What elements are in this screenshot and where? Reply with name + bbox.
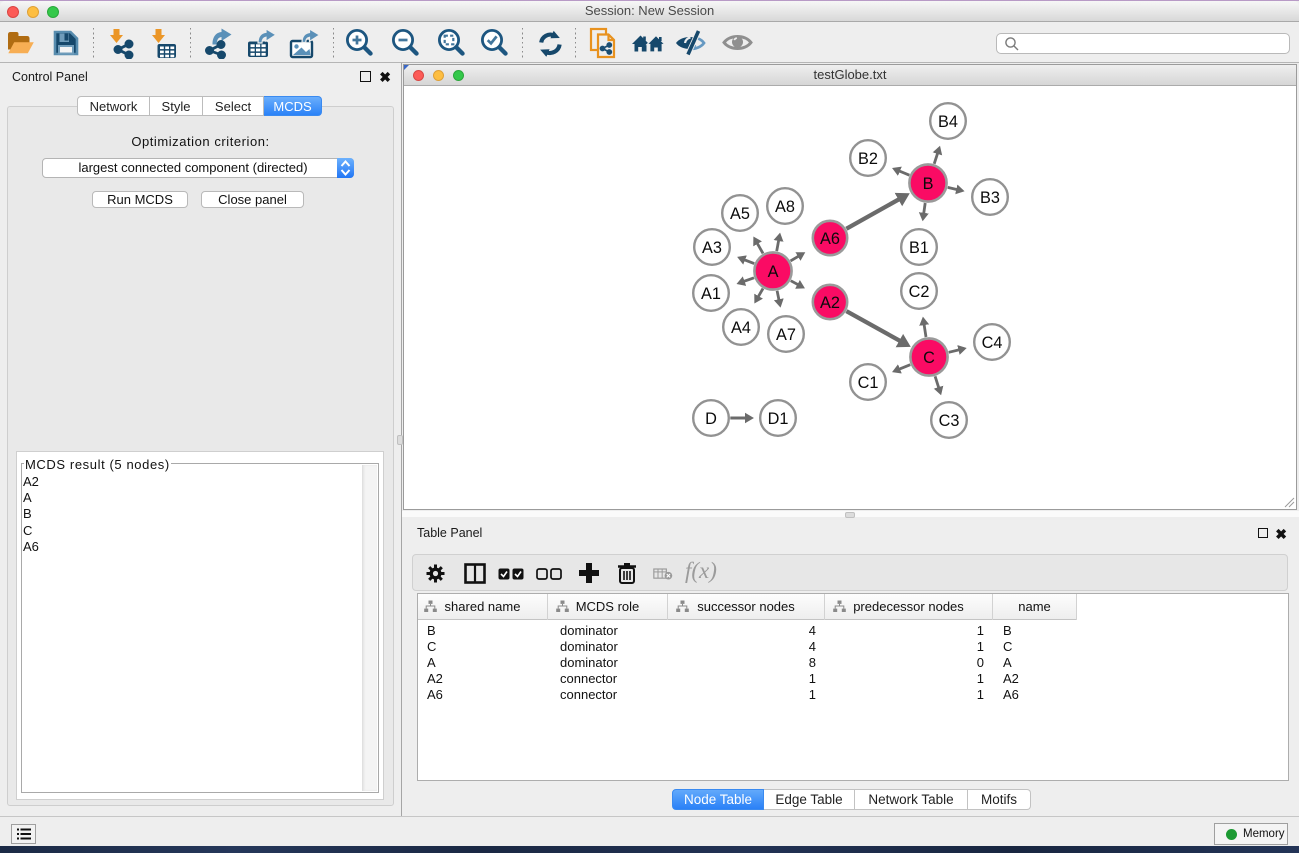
- svg-text:A3: A3: [702, 239, 722, 257]
- svg-text:D: D: [705, 410, 717, 428]
- svg-text:B1: B1: [909, 239, 929, 257]
- svg-text:C3: C3: [939, 412, 960, 430]
- svg-text:A: A: [768, 263, 779, 281]
- svg-text:A1: A1: [701, 285, 721, 303]
- svg-text:C: C: [923, 349, 935, 367]
- svg-text:A7: A7: [776, 326, 796, 344]
- svg-text:C4: C4: [982, 334, 1003, 352]
- svg-text:A5: A5: [730, 205, 750, 223]
- svg-text:B: B: [923, 175, 934, 193]
- svg-text:A6: A6: [820, 230, 840, 248]
- svg-text:C2: C2: [909, 283, 930, 301]
- svg-text:B4: B4: [938, 113, 958, 131]
- svg-text:C1: C1: [858, 374, 879, 392]
- svg-text:D1: D1: [768, 410, 789, 428]
- svg-text:B2: B2: [858, 150, 878, 168]
- svg-text:A2: A2: [820, 294, 840, 312]
- svg-text:A4: A4: [731, 319, 751, 337]
- svg-text:A8: A8: [775, 198, 795, 216]
- svg-text:B3: B3: [980, 189, 1000, 207]
